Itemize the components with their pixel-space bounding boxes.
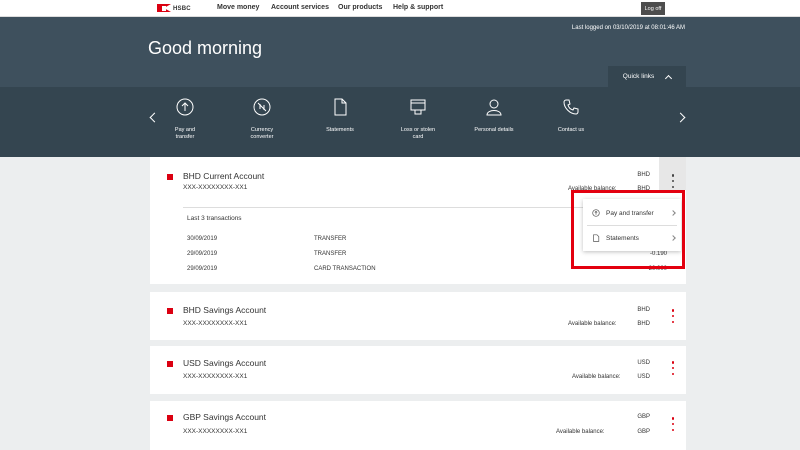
quick-links-toggle[interactable]: Quick links xyxy=(608,66,686,87)
card-icon xyxy=(410,99,426,115)
hsbc-hexagon-icon xyxy=(157,4,171,13)
transaction-type: TRANSFER xyxy=(314,251,347,257)
more-options-icon[interactable] xyxy=(668,417,678,431)
chevron-right-icon[interactable] xyxy=(675,112,686,123)
quick-link-label: Pay and transfer xyxy=(174,127,196,140)
quick-links-panel: Pay and transfer Currency converter Stat… xyxy=(0,87,800,157)
nav-our-products[interactable]: Our products xyxy=(338,4,382,11)
quick-link-label: Personal details xyxy=(474,127,514,133)
account-bullet xyxy=(167,308,173,314)
balance-label: Available balance: xyxy=(568,321,617,327)
transaction-date: 30/09/2019 xyxy=(187,236,218,242)
logo-text: HSBC xyxy=(173,5,191,12)
balance-label: Available balance: xyxy=(556,429,605,435)
account-name[interactable]: USD Savings Account xyxy=(183,358,266,368)
logoff-button[interactable]: Log off xyxy=(641,2,665,15)
account-currency: GBP xyxy=(637,414,650,420)
balance-currency: GBP xyxy=(637,429,650,435)
quick-link-pay-transfer[interactable]: Pay and transfer xyxy=(155,97,215,141)
account-bullet xyxy=(167,174,173,180)
top-navigation: HSBC Move money Account services Our pro… xyxy=(0,0,800,17)
balance-currency: USD xyxy=(637,374,650,380)
quick-link-label: Statements xyxy=(326,127,354,133)
account-number: XXX-XXXXXXXX-XX1 xyxy=(183,428,248,435)
account-name[interactable]: BHD Current Account xyxy=(183,171,264,181)
greeting-title: Good morning xyxy=(148,38,263,58)
account-number: XXX-XXXXXXXX-XX1 xyxy=(183,373,248,380)
nav-help-support[interactable]: Help & support xyxy=(393,4,443,11)
balance-label: Available balance: xyxy=(572,374,621,380)
phone-icon xyxy=(563,99,579,115)
balance-currency: BHD xyxy=(637,321,650,327)
account-name[interactable]: GBP Savings Account xyxy=(183,412,266,422)
quick-link-personal-details[interactable]: Personal details xyxy=(464,97,524,134)
account-currency: USD xyxy=(637,360,650,366)
arrow-up-circle-icon xyxy=(176,98,194,116)
account-currency: BHD xyxy=(637,307,650,313)
more-options-icon[interactable] xyxy=(668,174,678,188)
account-card-usd-savings[interactable]: USD Savings Account XXX-XXXXXXXX-XX1 USD… xyxy=(150,346,686,394)
chevron-up-icon xyxy=(665,74,673,82)
highlight-annotation-box xyxy=(571,190,685,269)
account-bullet xyxy=(167,415,173,421)
account-currency: BHD xyxy=(637,172,650,178)
quick-links-label: Quick links xyxy=(622,73,655,80)
nav-account-services[interactable]: Account services xyxy=(271,4,329,11)
currency-icon xyxy=(253,98,271,116)
account-name[interactable]: BHD Savings Account xyxy=(183,305,266,315)
quick-link-contact-us[interactable]: Contact us xyxy=(541,97,601,134)
more-options-icon[interactable] xyxy=(668,361,678,375)
hero-banner: Last logged on 03/10/2019 at 08:01:46 AM… xyxy=(0,17,800,87)
quick-link-label: Contact us xyxy=(557,127,585,133)
transaction-date: 29/09/2019 xyxy=(187,266,218,272)
transaction-date: 29/09/2019 xyxy=(187,251,218,257)
transactions-title: Last 3 transactions xyxy=(187,215,242,222)
last-logged-text: Last logged on 03/10/2019 at 08:01:46 AM xyxy=(571,25,685,31)
quick-link-statements[interactable]: Statements xyxy=(310,97,370,134)
account-card-bhd-savings[interactable]: BHD Savings Account XXX-XXXXXXXX-XX1 BHD… xyxy=(150,292,686,340)
nav-move-money[interactable]: Move money xyxy=(217,4,259,11)
account-card-gbp-savings[interactable]: GBP Savings Account XXX-XXXXXXXX-XX1 GBP… xyxy=(150,401,686,450)
person-icon xyxy=(486,99,502,116)
quick-link-label: Currency converter xyxy=(250,127,274,140)
quick-link-currency-converter[interactable]: Currency converter xyxy=(232,97,292,141)
account-number: XXX-XXXXXXXX-XX1 xyxy=(183,320,248,327)
transaction-type: TRANSFER xyxy=(314,236,347,242)
quick-link-lost-card[interactable]: Loss or stolen card xyxy=(388,97,448,141)
account-bullet xyxy=(167,361,173,367)
account-number: XXX-XXXXXXXX-XX1 xyxy=(183,184,248,191)
quick-link-label: Loss or stolen card xyxy=(400,127,436,140)
document-icon xyxy=(334,98,347,116)
hsbc-logo[interactable]: HSBC xyxy=(157,3,191,14)
transaction-type: CARD TRANSACTION xyxy=(314,266,376,272)
more-options-icon[interactable] xyxy=(668,309,678,323)
